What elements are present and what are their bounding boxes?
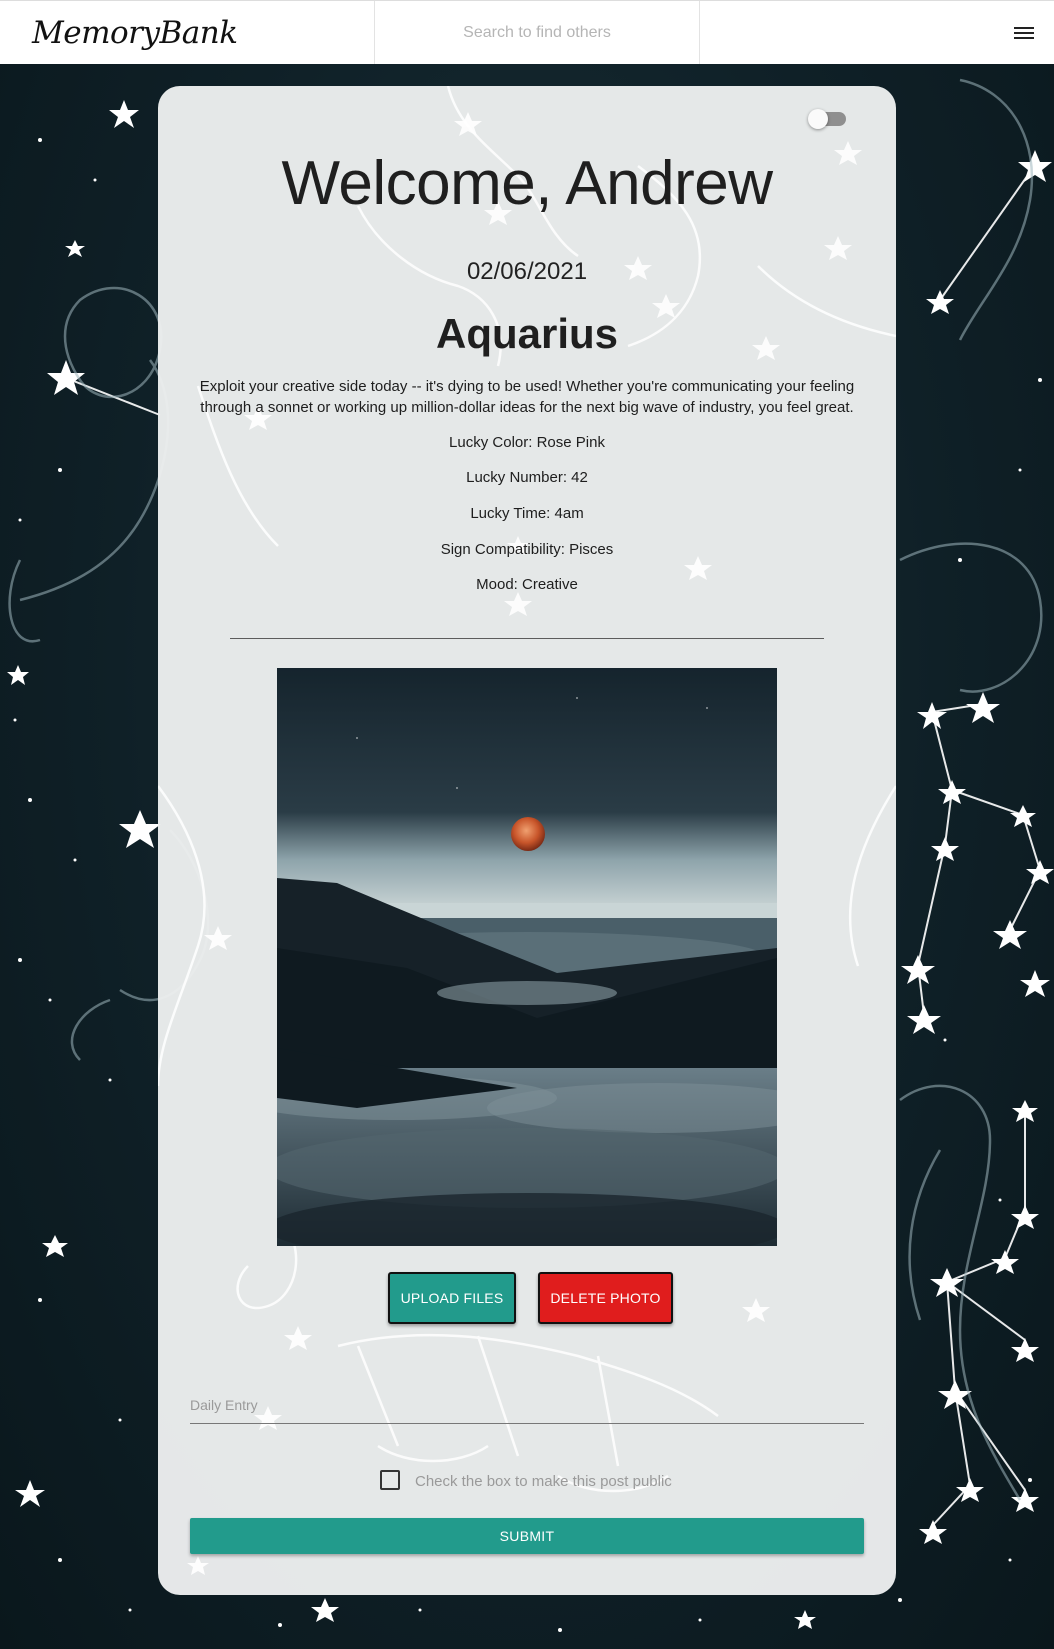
theme-toggle[interactable]: [808, 109, 846, 129]
submit-button[interactable]: SUBMIT: [190, 1518, 864, 1554]
public-checkbox[interactable]: [380, 1470, 400, 1490]
top-nav-bar: MemoryBank: [0, 0, 1054, 64]
mood: Mood: Creative: [476, 576, 578, 593]
public-checkbox-label: Check the box to make this post public: [415, 1473, 672, 1490]
brand-logo[interactable]: MemoryBank: [0, 1, 375, 64]
zodiac-sign: Aquarius: [435, 310, 619, 357]
entry-date: 02/06/2021: [466, 258, 588, 285]
card-content: Welcome, Andrew 02/06/2021 Aquarius Expl…: [158, 86, 896, 1595]
sign-compatibility: Sign Compatibility: Pisces: [440, 541, 614, 558]
lucky-time: Lucky Time: 4am: [470, 505, 584, 522]
delete-photo-button[interactable]: DELETE PHOTO: [538, 1272, 673, 1324]
upload-files-button[interactable]: UPLOAD FILES: [388, 1272, 516, 1324]
lucky-number: Lucky Number: 42: [466, 469, 588, 486]
search-container: [375, 1, 700, 64]
search-input[interactable]: [375, 23, 699, 42]
daily-entry-field-wrapper: [190, 1386, 864, 1424]
page-title: Welcome, Andrew: [281, 149, 773, 218]
lucky-color: Lucky Color: Rose Pink: [449, 434, 605, 451]
toggle-knob: [808, 109, 828, 129]
public-checkbox-row: Check the box to make this post public: [158, 1470, 896, 1492]
section-divider: [230, 638, 824, 639]
journal-card: Welcome, Andrew 02/06/2021 Aquarius Expl…: [158, 86, 896, 1595]
daily-entry-input[interactable]: [190, 1386, 864, 1423]
horoscope-text: Exploit your creative side today -- it's…: [199, 378, 855, 416]
hamburger-menu-icon[interactable]: [994, 1, 1054, 64]
uploaded-photo: [277, 668, 777, 1246]
